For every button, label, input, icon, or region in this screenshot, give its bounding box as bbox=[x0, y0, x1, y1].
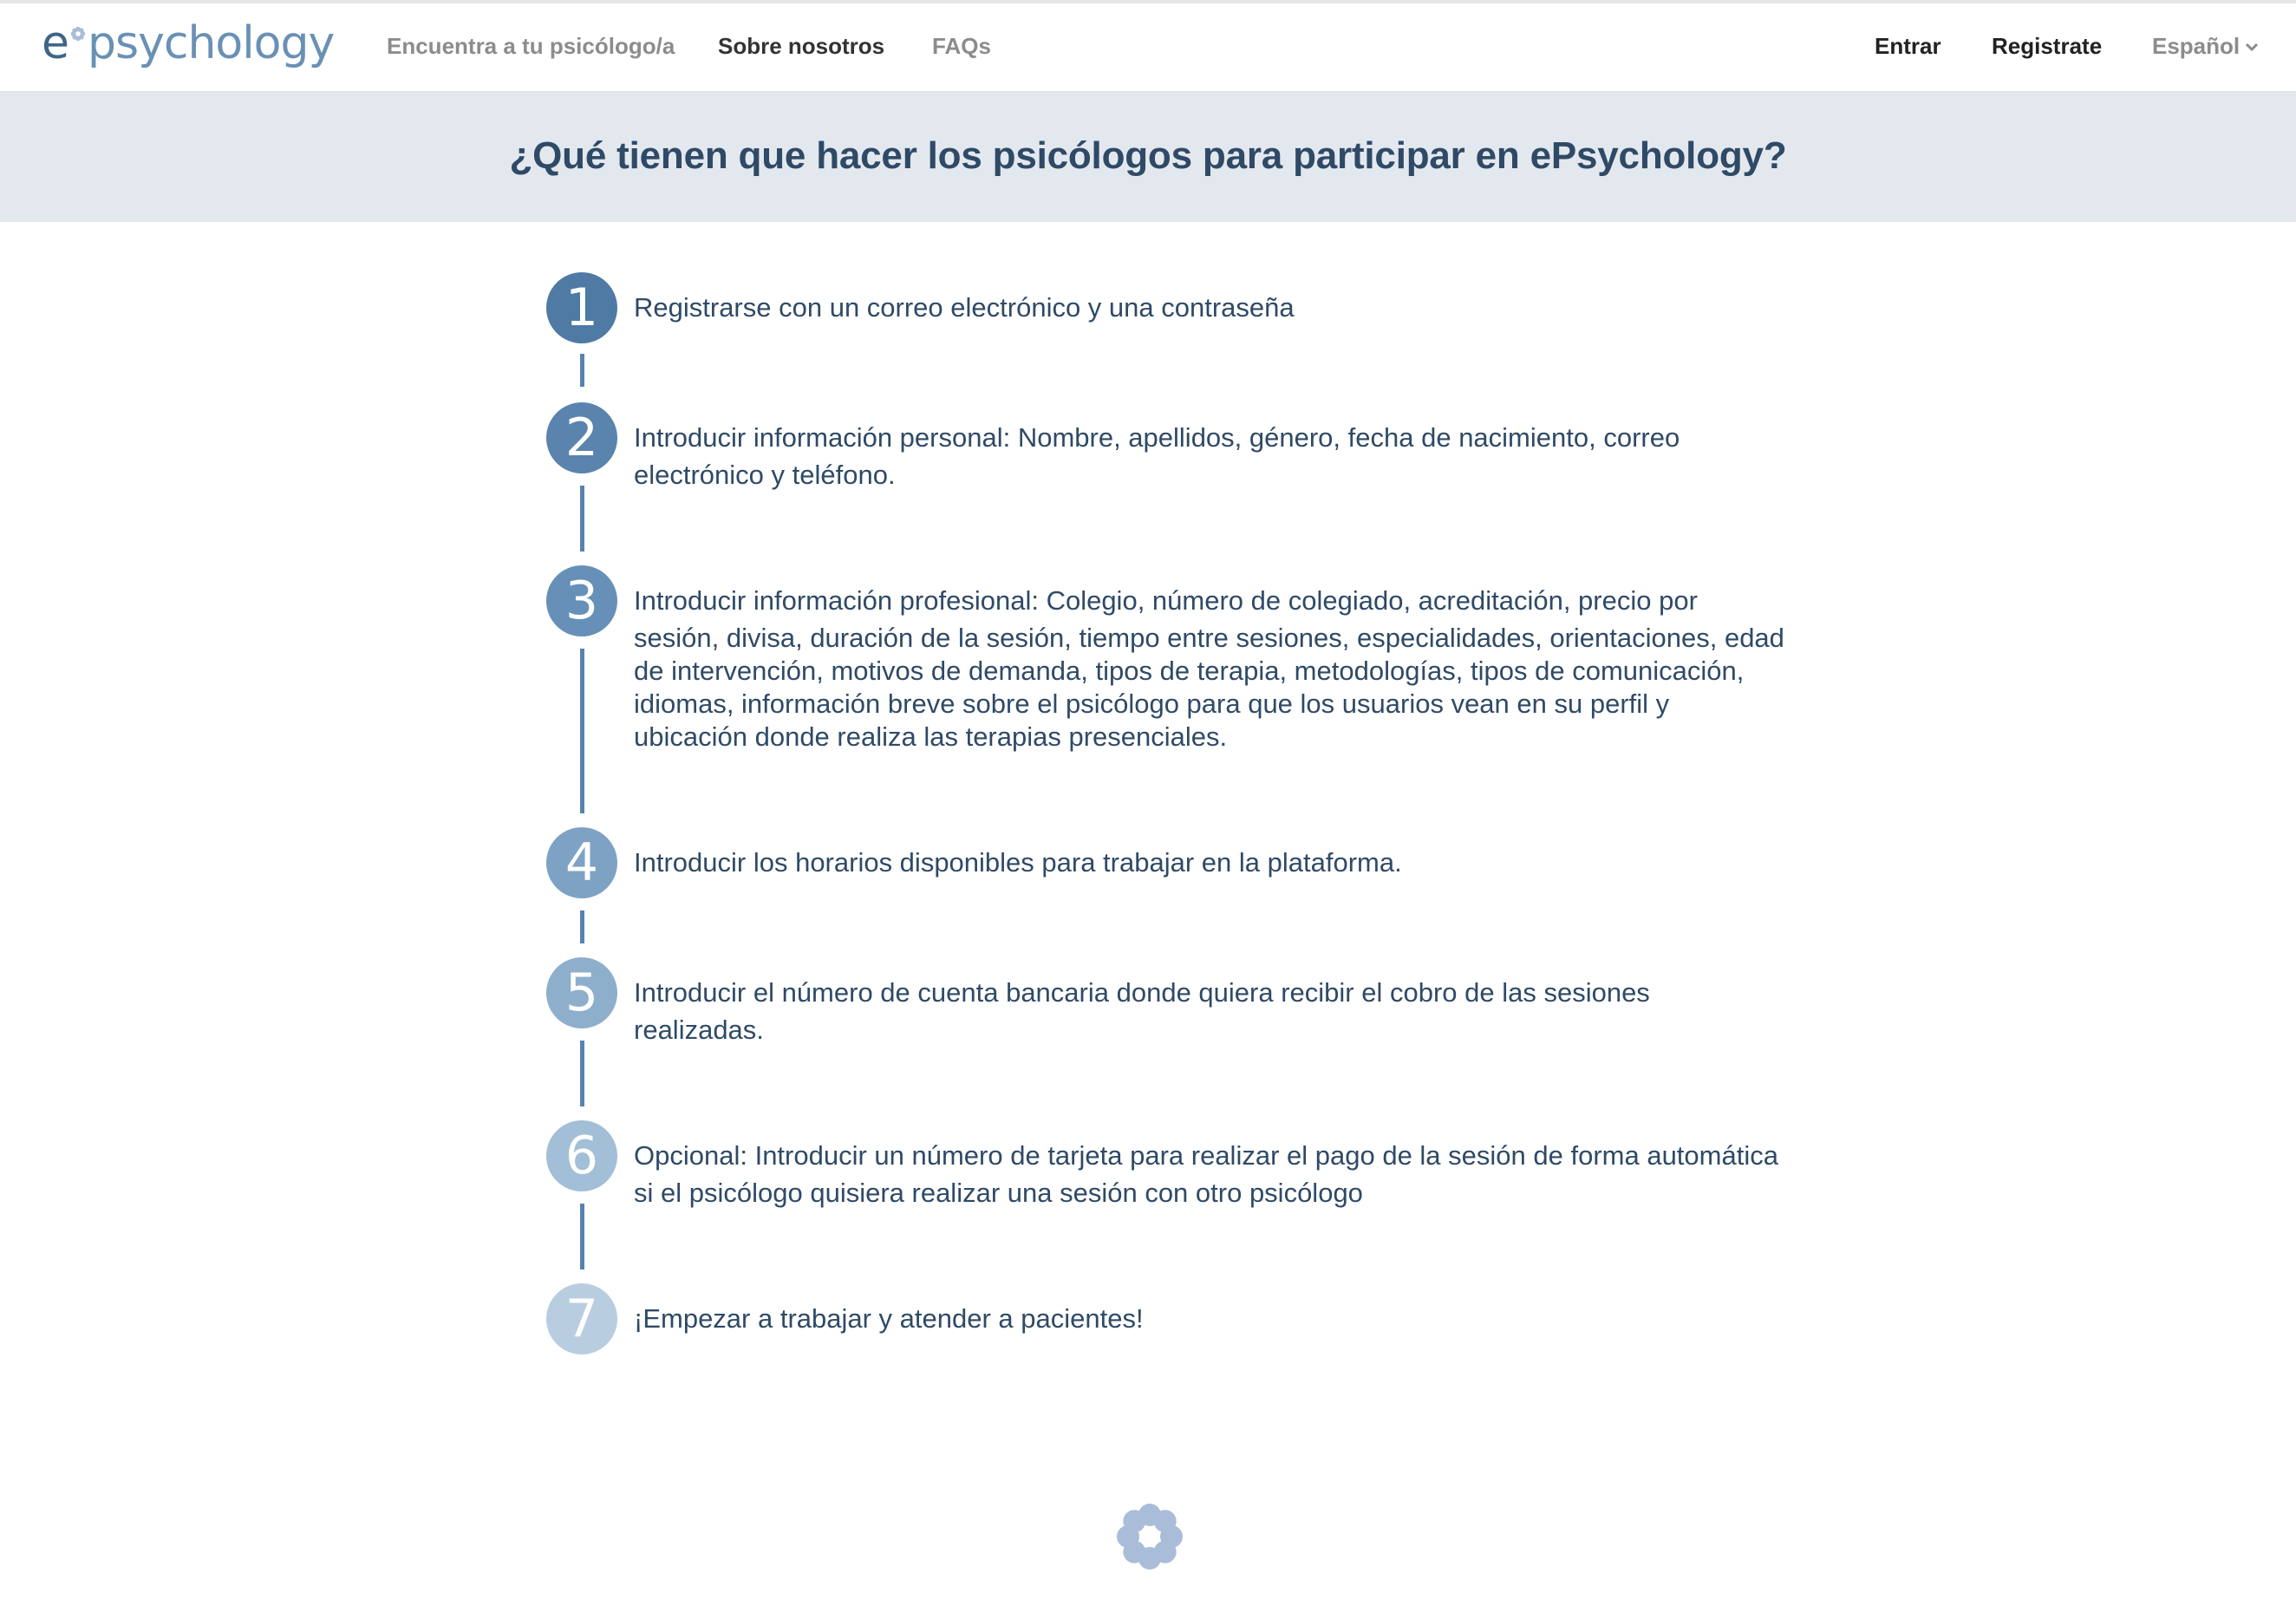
step-number-badge: 2 bbox=[546, 402, 617, 473]
step-description-first-line: Introducir los horarios disponibles para… bbox=[634, 847, 1402, 878]
register-link[interactable]: Registrate bbox=[1992, 33, 2102, 60]
step-description-continuation: electrónico y teléfono. bbox=[634, 460, 896, 490]
step-number-badge: 1 bbox=[546, 272, 617, 343]
nav-link-faqs[interactable]: FAQs bbox=[932, 33, 991, 60]
step-description: Introducir el número de cuenta bancaria … bbox=[634, 972, 1787, 1047]
step-number-badge: 3 bbox=[546, 565, 617, 636]
step-description: Introducir información personal: Nombre,… bbox=[634, 417, 1787, 492]
step-number-badge: 4 bbox=[546, 827, 617, 898]
nav-link-about-us[interactable]: Sobre nosotros bbox=[718, 33, 884, 60]
step-number-badge: 6 bbox=[546, 1120, 617, 1191]
step-description-first-line: Introducir información profesional: Cole… bbox=[634, 585, 1698, 616]
step-number: 7 bbox=[564, 1289, 599, 1349]
step-description: Registrarse con un correo electrónico y … bbox=[634, 287, 1787, 329]
step-description-first-line: Introducir el número de cuenta bancaria … bbox=[634, 977, 1650, 1008]
flower-logo-icon bbox=[1117, 1504, 1183, 1570]
logo-flower-icon bbox=[70, 26, 86, 42]
step-description-first-line: Registrarse con un correo electrónico y … bbox=[634, 292, 1295, 323]
step-description: Introducir los horarios disponibles para… bbox=[634, 842, 1787, 884]
page-title-banner: ¿Qué tienen que hacer los psicólogos par… bbox=[0, 92, 2296, 222]
step-description-continuation: realizadas. bbox=[634, 1015, 764, 1045]
timeline-connector bbox=[580, 1041, 584, 1106]
step-number: 4 bbox=[564, 832, 599, 893]
step-number-badge: 7 bbox=[546, 1283, 617, 1354]
step-description-continuation: si el psicólogo quisiera realizar una se… bbox=[634, 1178, 1363, 1208]
logo-wordmark: psychology bbox=[88, 17, 335, 69]
top-navbar: e psychology Encuentra a tu psicólogo/a … bbox=[0, 3, 2296, 92]
step-number: 3 bbox=[564, 571, 599, 631]
login-link[interactable]: Entrar bbox=[1875, 33, 1941, 60]
step-description: ¡Empezar a trabajar y atender a paciente… bbox=[634, 1298, 1787, 1340]
step-number: 5 bbox=[564, 963, 599, 1023]
language-selector[interactable]: Español bbox=[2152, 33, 2259, 60]
step-description-first-line: Opcional: Introducir un número de tarjet… bbox=[634, 1140, 1778, 1171]
step-number: 6 bbox=[564, 1126, 599, 1186]
step-number: 2 bbox=[564, 408, 599, 468]
logo-letter-e: e bbox=[42, 17, 69, 69]
step-description-first-line: ¡Empezar a trabajar y atender a paciente… bbox=[634, 1303, 1144, 1334]
timeline-connector bbox=[580, 486, 584, 551]
timeline-connector bbox=[580, 910, 584, 943]
step-description-first-line: Introducir información personal: Nombre,… bbox=[634, 422, 1680, 453]
timeline-connector bbox=[580, 354, 584, 387]
step-number: 1 bbox=[564, 277, 599, 338]
step-description: Opcional: Introducir un número de tarjet… bbox=[634, 1135, 1787, 1210]
step-number-badge: 5 bbox=[546, 957, 617, 1028]
timeline-connector bbox=[580, 1204, 584, 1269]
step-description-continuation: sesión, divisa, duración de la sesión, t… bbox=[634, 623, 1784, 752]
chevron-down-icon bbox=[2246, 42, 2259, 51]
epsychology-logo[interactable]: e psychology bbox=[42, 17, 335, 78]
step-description: Introducir información profesional: Cole… bbox=[634, 580, 1787, 754]
language-selector-label: Español bbox=[2152, 33, 2241, 59]
timeline-connector bbox=[580, 649, 584, 813]
nav-link-find-psychologist[interactable]: Encuentra a tu psicólogo/a bbox=[387, 33, 675, 60]
page-title: ¿Qué tienen que hacer los psicólogos par… bbox=[509, 134, 1787, 177]
